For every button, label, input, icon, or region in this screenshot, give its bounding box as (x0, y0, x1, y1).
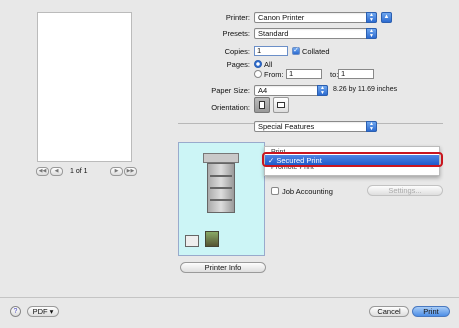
pages-from-field[interactable]: 1 (286, 69, 322, 79)
pages-to-field[interactable]: 1 (338, 69, 374, 79)
last-page-button[interactable]: ▶▶ (124, 167, 137, 176)
pages-range-radio[interactable] (254, 70, 262, 78)
printer-image-area (178, 142, 265, 256)
print-button[interactable]: Print (412, 306, 450, 317)
disclosure-up-icon: ▲ (383, 14, 390, 20)
printer-popup[interactable]: Canon Printer ▲ ▼ (254, 12, 377, 23)
portrait-button[interactable] (254, 97, 270, 113)
printer-toggle-button[interactable]: ▲ (381, 12, 392, 23)
pages-label: Pages: (226, 60, 250, 69)
presets-label: Presets: (222, 29, 250, 38)
updown-arrows-icon: ▲ ▼ (317, 85, 328, 96)
cancel-button[interactable]: Cancel (369, 306, 409, 317)
panel-popup[interactable]: Special Features ▲ ▼ (254, 121, 377, 132)
presets-popup[interactable]: Standard ▲ ▼ (254, 28, 377, 39)
updown-arrows-icon: ▲ ▼ (366, 28, 377, 39)
pages-all-label: All (264, 60, 273, 69)
copies-label: Copies: (224, 47, 250, 56)
highlight-box (262, 152, 443, 167)
collated-label: Collated (302, 47, 330, 56)
first-page-button[interactable]: ◀◀ (36, 167, 49, 176)
settings-button[interactable]: Settings... (367, 185, 443, 196)
next-page-button[interactable]: ▶ (110, 167, 123, 176)
menu-item-promote-print[interactable]: Promote Print (271, 166, 314, 173)
presets-value: Standard (258, 29, 289, 38)
help-button[interactable]: ? (10, 306, 21, 317)
job-accounting-label: Job Accounting (282, 187, 333, 196)
landscape-button[interactable] (273, 97, 289, 113)
page-indicator: 1 of 1 (70, 168, 88, 175)
pages-from-label: From: (264, 70, 284, 79)
paper-size-value: A4 (258, 86, 268, 95)
collated-checkbox[interactable]: ✓ (292, 47, 300, 55)
updown-arrows-icon: ▲ ▼ (366, 121, 377, 132)
pages-all-radio[interactable] (254, 60, 262, 68)
printer-info-button[interactable]: Printer Info (180, 262, 266, 273)
bottom-separator (0, 297, 459, 298)
printer-label: Printer: (225, 13, 250, 22)
panel-value: Special Features (258, 122, 315, 131)
portrait-orientation-icon (259, 101, 265, 109)
help-icon: ? (13, 308, 18, 315)
prev-page-button[interactable]: ◀ (50, 167, 63, 176)
paper-size-label: Paper Size: (211, 86, 250, 95)
copies-field[interactable]: 1 (254, 46, 288, 56)
landscape-orientation-icon (277, 102, 285, 108)
updown-arrows-icon: ▲ ▼ (366, 12, 377, 23)
job-accounting-checkbox[interactable] (271, 187, 279, 195)
page-preview (37, 12, 132, 162)
pdf-menu-button[interactable]: PDF ▾ (27, 306, 59, 317)
printer-value: Canon Printer (258, 13, 305, 22)
printer-queue-icon (205, 231, 219, 247)
document-stack-icon (185, 235, 199, 247)
orientation-label: Orientation: (211, 103, 250, 112)
paper-dimensions: 8.26 by 11.69 inches (333, 86, 398, 93)
paper-size-popup[interactable]: A4 ▲ ▼ (254, 85, 328, 96)
copier-illustration (203, 153, 239, 213)
